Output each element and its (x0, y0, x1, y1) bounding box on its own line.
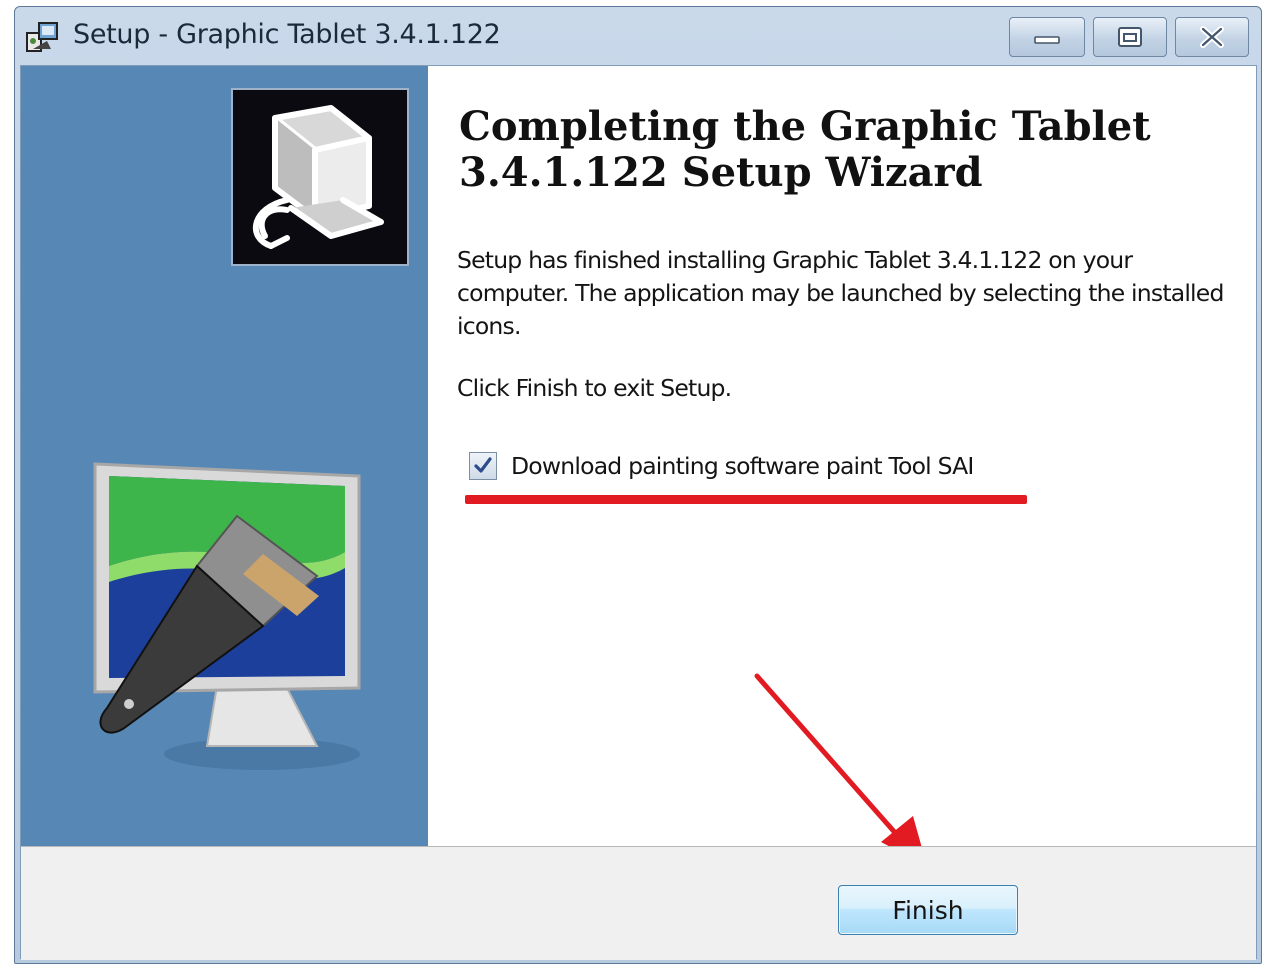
finish-button[interactable]: Finish (838, 885, 1018, 935)
button-bar: Finish (21, 846, 1256, 960)
close-button[interactable] (1175, 17, 1249, 57)
setup-computer-logo (231, 88, 409, 266)
setup-app-icon (26, 22, 58, 52)
download-sai-option[interactable]: Download painting software paint Tool SA… (469, 452, 974, 480)
finish-message: Setup has finished installing Graphic Ta… (457, 246, 1224, 340)
window-title: Setup - Graphic Tablet 3.4.1.122 (73, 19, 501, 50)
page-title: Completing the Graphic Tablet 3.4.1.122 … (459, 103, 1151, 196)
download-sai-label[interactable]: Download painting software paint Tool SA… (511, 452, 974, 480)
maximize-icon (1118, 27, 1142, 47)
checkmark-icon (474, 457, 492, 473)
close-icon (1200, 26, 1224, 48)
arrow-to-finish (754, 673, 927, 866)
setup-window: Setup - Graphic Tablet 3.4.1.122 Complet… (14, 6, 1262, 964)
minimize-button[interactable] (1009, 17, 1085, 57)
checkbox-underline (465, 495, 1027, 504)
download-sai-checkbox[interactable] (469, 452, 497, 480)
title-bar[interactable]: Setup - Graphic Tablet 3.4.1.122 (15, 7, 1261, 65)
monitor-paintbrush-illustration (93, 462, 361, 770)
wizard-body: Completing the Graphic Tablet 3.4.1.122 … (20, 65, 1258, 960)
content-panel: Completing the Graphic Tablet 3.4.1.122 … (429, 66, 1258, 866)
side-panel (21, 66, 428, 846)
minimize-icon (1034, 36, 1060, 44)
exit-instruction: Click Finish to exit Setup. (457, 374, 732, 402)
maximize-button[interactable] (1093, 17, 1167, 57)
